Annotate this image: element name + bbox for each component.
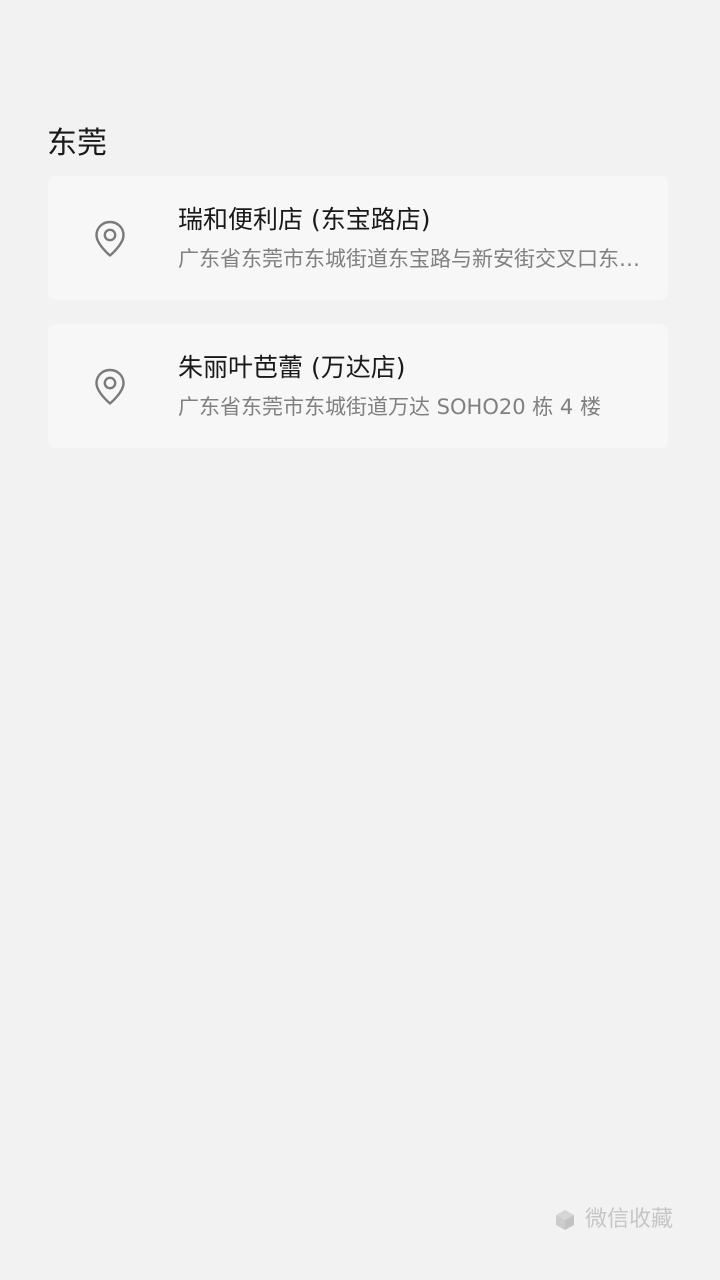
store-card[interactable]: 瑞和便利店 (东宝路店) 广东省东莞市东城街道东宝路与新安街交叉口东北角 bbox=[48, 176, 668, 300]
store-name: 瑞和便利店 (东宝路店) bbox=[178, 205, 431, 234]
cube-icon bbox=[553, 1208, 577, 1232]
store-address: 广东省东莞市东城街道东宝路与新安街交叉口东北角 bbox=[178, 247, 650, 271]
store-name: 朱丽叶芭蕾 (万达店) bbox=[178, 353, 406, 382]
location-pin-icon bbox=[94, 368, 126, 406]
section-title: 东莞 bbox=[47, 126, 107, 161]
footer-label: 微信收藏 bbox=[584, 1207, 673, 1232]
wechat-favorites-footer: 微信收藏 bbox=[553, 1204, 673, 1236]
store-card[interactable]: 朱丽叶芭蕾 (万达店) 广东省东莞市东城街道万达 SOHO20 栋 4 楼 bbox=[48, 324, 668, 448]
location-pin-icon bbox=[94, 220, 126, 258]
store-address: 广东省东莞市东城街道万达 SOHO20 栋 4 楼 bbox=[178, 395, 601, 419]
